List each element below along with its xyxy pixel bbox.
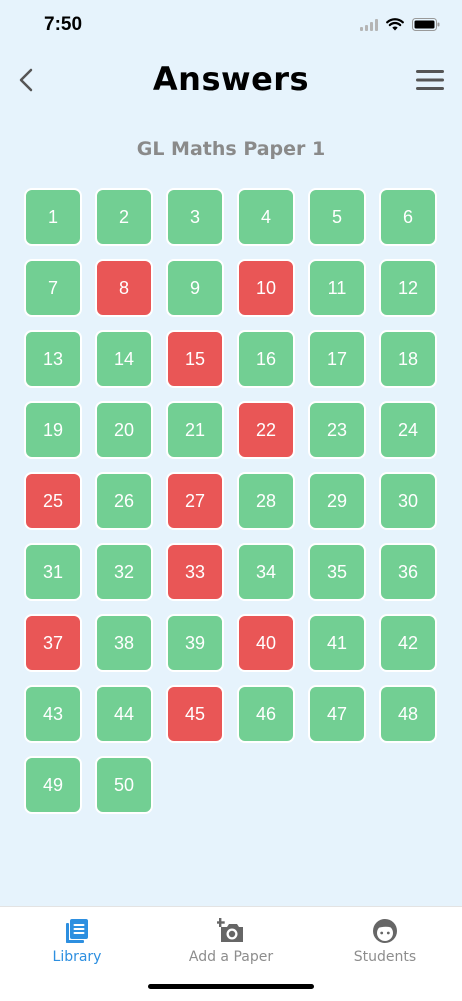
- answer-tile-38[interactable]: 38: [95, 614, 153, 672]
- answer-tile-16[interactable]: 16: [237, 330, 295, 388]
- answer-tile-43[interactable]: 43: [24, 685, 82, 743]
- navigation-header: Answers: [0, 50, 462, 120]
- signal-icon: [360, 16, 378, 35]
- status-time: 7:50: [44, 14, 83, 35]
- answer-tile-44[interactable]: 44: [95, 685, 153, 743]
- answer-tile-46[interactable]: 46: [237, 685, 295, 743]
- answer-tile-17[interactable]: 17: [308, 330, 366, 388]
- answer-tile-14[interactable]: 14: [95, 330, 153, 388]
- answer-tile-11[interactable]: 11: [308, 259, 366, 317]
- answer-tile-30[interactable]: 30: [379, 472, 437, 530]
- answer-tile-18[interactable]: 18: [379, 330, 437, 388]
- status-bar: 7:50: [0, 0, 462, 50]
- answer-tile-40[interactable]: 40: [237, 614, 295, 672]
- status-icons: [360, 16, 440, 35]
- battery-icon: [412, 16, 440, 35]
- answer-tile-12[interactable]: 12: [379, 259, 437, 317]
- answer-tile-5[interactable]: 5: [308, 188, 366, 246]
- answer-tile-7[interactable]: 7: [24, 259, 82, 317]
- answer-tile-3[interactable]: 3: [166, 188, 224, 246]
- answer-tile-36[interactable]: 36: [379, 543, 437, 601]
- tab-add-paper-label: Add a Paper: [188, 949, 274, 965]
- answer-tile-27[interactable]: 27: [166, 472, 224, 530]
- student-face-icon: [371, 917, 399, 945]
- answer-tile-24[interactable]: 24: [379, 401, 437, 459]
- answer-tile-34[interactable]: 34: [237, 543, 295, 601]
- answer-tile-13[interactable]: 13: [24, 330, 82, 388]
- answer-tile-28[interactable]: 28: [237, 472, 295, 530]
- answer-tile-22[interactable]: 22: [237, 401, 295, 459]
- home-indicator: [148, 984, 314, 989]
- answer-tile-41[interactable]: 41: [308, 614, 366, 672]
- answer-tile-50[interactable]: 50: [95, 756, 153, 814]
- answer-tile-48[interactable]: 48: [379, 685, 437, 743]
- answer-tile-6[interactable]: 6: [379, 188, 437, 246]
- answer-tile-20[interactable]: 20: [95, 401, 153, 459]
- hamburger-menu-icon: [416, 69, 444, 95]
- answer-tile-49[interactable]: 49: [24, 756, 82, 814]
- menu-button[interactable]: [416, 68, 444, 96]
- tab-students[interactable]: Students: [308, 917, 462, 965]
- library-icon: [63, 917, 91, 945]
- answer-tile-45[interactable]: 45: [166, 685, 224, 743]
- answer-tile-2[interactable]: 2: [95, 188, 153, 246]
- answer-tile-31[interactable]: 31: [24, 543, 82, 601]
- answer-tile-8[interactable]: 8: [95, 259, 153, 317]
- answer-tile-37[interactable]: 37: [24, 614, 82, 672]
- answer-tile-4[interactable]: 4: [237, 188, 295, 246]
- answer-tile-25[interactable]: 25: [24, 472, 82, 530]
- answer-tile-32[interactable]: 32: [95, 543, 153, 601]
- answer-tile-35[interactable]: 35: [308, 543, 366, 601]
- tab-library-label: Library: [52, 949, 102, 965]
- answer-tile-10[interactable]: 10: [237, 259, 295, 317]
- answer-tile-23[interactable]: 23: [308, 401, 366, 459]
- answer-tile-39[interactable]: 39: [166, 614, 224, 672]
- page-title: Answers: [152, 60, 310, 98]
- answer-grid: 1 2 3 4 5 6 7 8 9 10 11 12 13 14 15 16 17 18 19 20 21 22 23 24 2…: [24, 188, 444, 814]
- answer-tile-47[interactable]: 47: [308, 685, 366, 743]
- answer-tile-19[interactable]: 19: [24, 401, 82, 459]
- wifi-icon: [386, 16, 404, 35]
- answer-tile-26[interactable]: 26: [95, 472, 153, 530]
- answer-tile-1[interactable]: 1: [24, 188, 82, 246]
- tab-add-paper[interactable]: Add a Paper: [154, 917, 308, 965]
- tab-library[interactable]: Library: [0, 917, 154, 965]
- answer-tile-42[interactable]: 42: [379, 614, 437, 672]
- paper-name: GL Maths Paper 1: [136, 138, 326, 160]
- answer-tile-15[interactable]: 15: [166, 330, 224, 388]
- answer-tile-33[interactable]: 33: [166, 543, 224, 601]
- tab-students-label: Students: [353, 949, 417, 965]
- answer-tile-9[interactable]: 9: [166, 259, 224, 317]
- answer-tile-21[interactable]: 21: [166, 401, 224, 459]
- add-camera-icon: [217, 917, 245, 945]
- answer-tile-29[interactable]: 29: [308, 472, 366, 530]
